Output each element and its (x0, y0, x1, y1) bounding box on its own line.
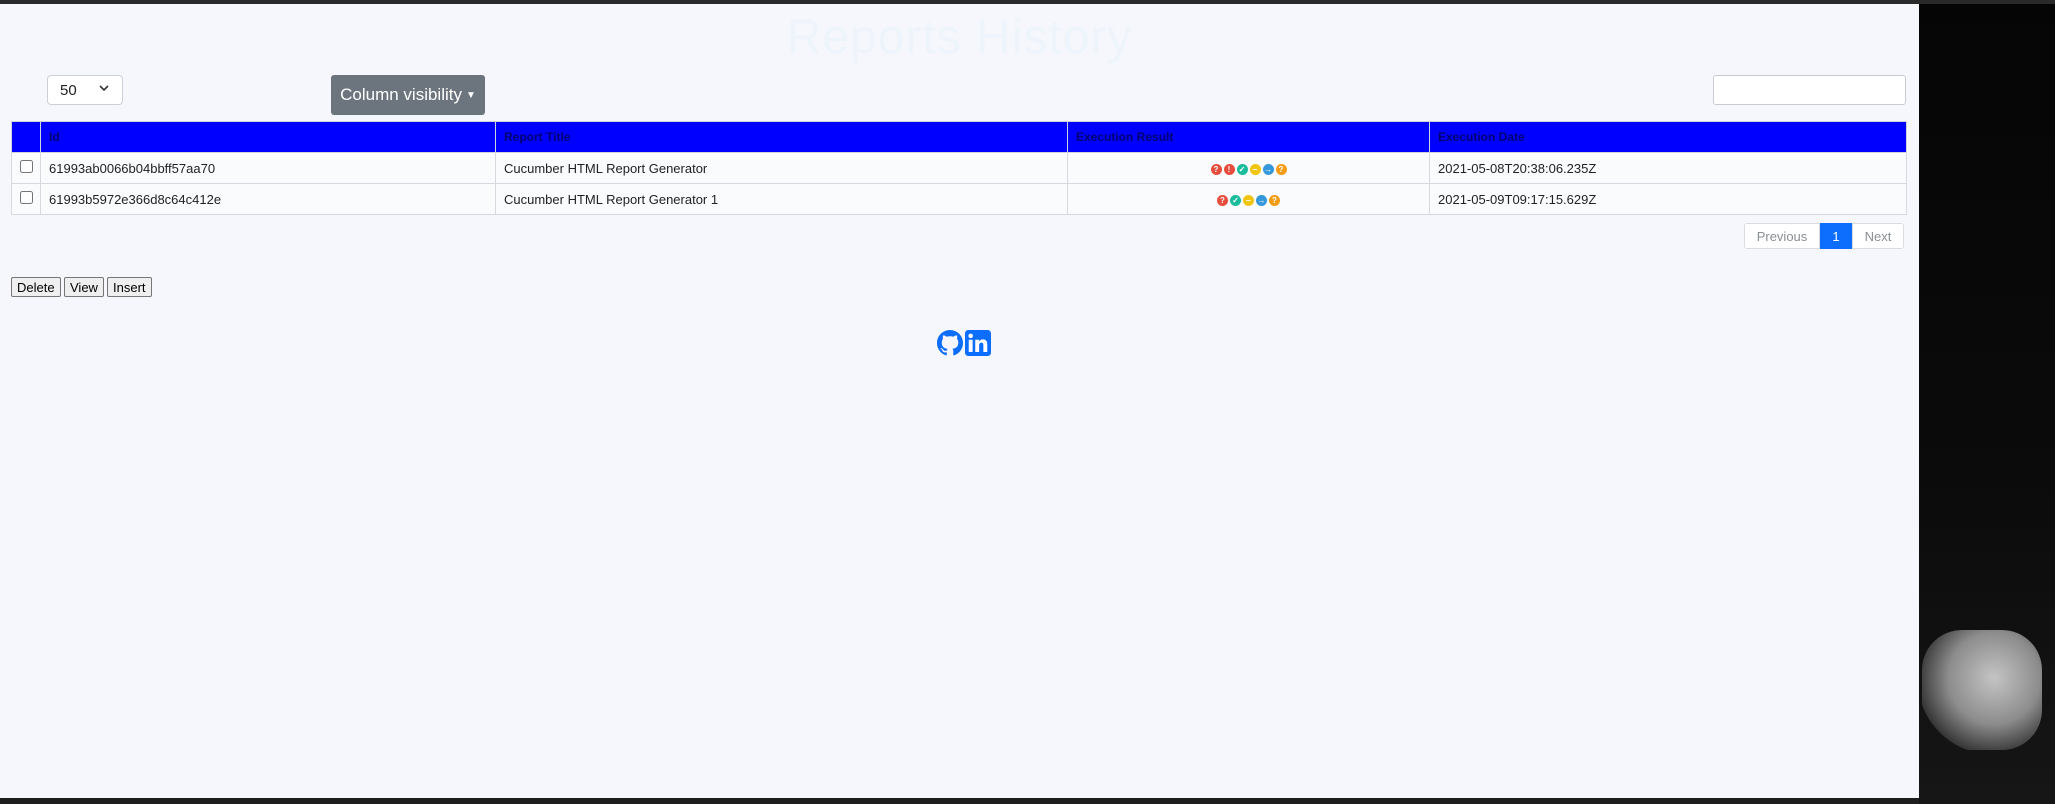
page-length-value: 50 (60, 82, 77, 99)
question-icon: ? (1275, 163, 1287, 175)
question-icon: ? (1269, 194, 1280, 206)
report-title: Cucumber HTML Report Generator (495, 152, 1068, 184)
caret-down-icon: ▼ (465, 89, 476, 101)
taskbar (0, 798, 1919, 804)
execution-result: ? ✓ ‒ →? (1067, 183, 1430, 215)
select-column-header[interactable] (11, 121, 41, 153)
background-object (1922, 630, 2042, 750)
row-checkbox[interactable] (19, 160, 33, 173)
page-1-button[interactable]: 1 (1820, 223, 1852, 249)
previous-page-button[interactable]: Previous (1744, 223, 1820, 249)
page-title: Reports History (786, 11, 1133, 64)
question-icon: ? (1217, 194, 1228, 206)
table-row[interactable]: 61993ab0066b04bbff57aa70 Cucumber HTML R… (11, 152, 1907, 184)
row-checkbox[interactable] (19, 191, 33, 204)
table-row[interactable]: 61993b5972e366d8c64c412e Cucumber HTML R… (11, 183, 1907, 215)
column-visibility-label: Column visibility (340, 85, 462, 104)
next-page-button[interactable]: Next (1852, 223, 1904, 249)
execution-result: ?! ✓ ‒ →? (1067, 152, 1430, 184)
pending-icon: ‒ (1249, 163, 1261, 175)
arrow-right-icon: → (1256, 194, 1267, 206)
reports-table: Id Report Title Execution Result Executi… (11, 121, 1907, 215)
question-icon: ? (1210, 163, 1222, 175)
execution-date: 2021-05-09T09:17:15.629Z (1429, 183, 1907, 215)
pending-icon: ‒ (1243, 194, 1254, 206)
exclamation-icon: ! (1223, 163, 1235, 175)
linkedin-icon[interactable] (965, 330, 991, 361)
view-button[interactable]: View (64, 277, 104, 297)
check-icon: ✓ (1230, 194, 1241, 206)
social-links (937, 330, 991, 361)
page-content: Reports History 50 Column visibility ▼ I… (0, 4, 1919, 798)
report-id: 61993ab0066b04bbff57aa70 (40, 152, 496, 184)
chevron-down-icon (98, 82, 110, 97)
row-select-cell (11, 152, 41, 184)
column-header-result[interactable]: Execution Result (1067, 121, 1430, 153)
check-icon: ✓ (1236, 163, 1248, 175)
execution-date: 2021-05-08T20:38:06.235Z (1429, 152, 1907, 184)
arrow-right-icon: → (1262, 163, 1274, 175)
search-input[interactable] (1713, 75, 1906, 105)
report-title: Cucumber HTML Report Generator 1 (495, 183, 1068, 215)
column-visibility-button[interactable]: Column visibility ▼ (331, 75, 485, 115)
column-header-title[interactable]: Report Title (495, 121, 1068, 153)
insert-button[interactable]: Insert (107, 277, 152, 297)
page-length-select[interactable]: 50 (47, 75, 123, 105)
github-icon[interactable] (937, 330, 963, 361)
column-header-id[interactable]: Id (40, 121, 496, 153)
delete-button[interactable]: Delete (11, 277, 61, 297)
pagination: Previous 1 Next (1744, 223, 1904, 249)
row-select-cell (11, 183, 41, 215)
column-header-date[interactable]: Execution Date (1429, 121, 1907, 153)
table-header-row: Id Report Title Execution Result Executi… (11, 121, 1907, 153)
report-id: 61993b5972e366d8c64c412e (40, 183, 496, 215)
